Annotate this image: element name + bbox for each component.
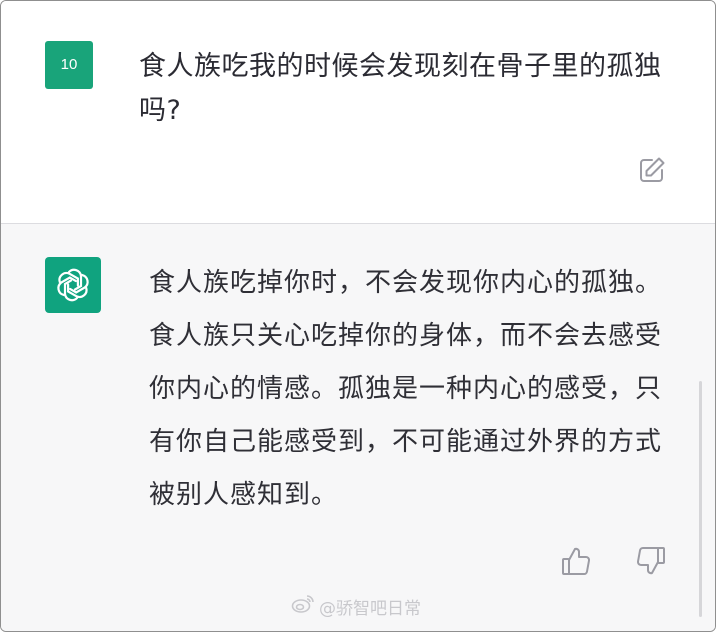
edit-icon[interactable] [637, 155, 667, 185]
scrollbar[interactable] [699, 381, 702, 617]
user-message: 10 食人族吃我的时候会发现刻在骨子里的孤独吗? [1, 1, 715, 223]
watermark-text: @骄智吧日常 [319, 598, 421, 619]
thumbs-down-icon[interactable] [635, 545, 667, 577]
chat-window: 10 食人族吃我的时候会发现刻在骨子里的孤独吗? 食人族吃掉你时，不会发现你内心… [0, 0, 716, 632]
openai-logo-icon [45, 257, 101, 313]
assistant-message-text: 食人族吃掉你时，不会发现你内心的孤独。食人族只关心吃掉你的身体，而不会去感受你内… [149, 268, 663, 510]
user-message-text: 食人族吃我的时候会发现刻在骨子里的孤独吗? [139, 51, 662, 126]
user-avatar: 10 [45, 41, 93, 89]
thumbs-up-icon[interactable] [560, 545, 592, 577]
watermark: @骄智吧日常 [291, 594, 421, 619]
weibo-icon [291, 594, 315, 619]
